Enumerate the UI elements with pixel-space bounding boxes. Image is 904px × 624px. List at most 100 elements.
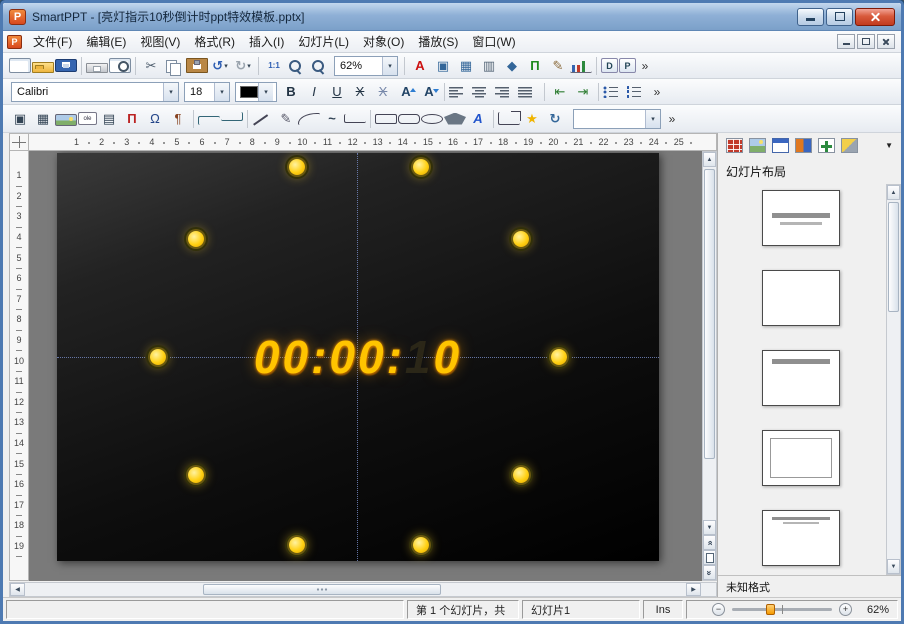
chevron-down-icon[interactable]: ▾ [258,82,273,101]
layout-thumbnail-title-top[interactable] [762,350,840,406]
scroll-down-button[interactable]: ▼ [703,520,716,535]
layout-thumbnail-two-bars[interactable] [762,510,840,566]
rounded-rectangle-icon[interactable] [398,113,420,124]
led-light[interactable] [551,349,567,365]
menu-file[interactable]: 文件(F) [26,31,79,52]
zoom-selection-icon[interactable] [286,58,308,74]
text-frame-icon[interactable]: ▣ [432,56,454,76]
ole-object-icon[interactable]: ole [78,112,97,125]
insert-table-icon[interactable]: ▦ [455,56,477,76]
grow-font-icon[interactable]: A [395,82,417,102]
color-scheme-icon[interactable] [795,137,812,153]
led-light[interactable] [289,537,305,553]
maximize-button[interactable] [826,7,853,26]
arc-icon[interactable] [298,112,320,125]
italic-icon[interactable]: I [303,82,325,102]
toolbar-overflow-button[interactable]: » [649,82,665,102]
zoom-combobox[interactable]: 62% ▾ [334,55,398,76]
layout-pane-icon[interactable] [772,137,789,153]
zoom-in-button[interactable]: + [839,603,852,616]
align-left-icon[interactable] [449,85,471,98]
horizontal-scrollbar-track[interactable] [25,583,686,596]
vertical-scrollbar[interactable]: ▲ ▼ » » [702,151,717,581]
connector-icon[interactable] [198,116,220,125]
picture-icon[interactable] [55,113,77,126]
horizontal-scrollbar-thumb[interactable] [203,584,442,595]
font-color-icon[interactable]: A [409,56,431,76]
document-restore-button[interactable] [857,34,875,49]
slide-design-icon[interactable]: D [601,58,618,73]
paste-icon[interactable] [186,58,208,73]
menu-view[interactable]: 视图(V) [133,31,187,52]
vertical-ruler[interactable]: 1 2 3 4 5 6 7 8 9 10 11 12 13 14 15 16 17 18 19 [9,151,29,581]
minimize-button[interactable] [797,7,824,26]
paragraph-mark-icon[interactable]: ¶ [167,109,189,129]
led-light[interactable] [289,159,305,175]
crop-icon[interactable] [498,111,521,125]
led-light[interactable] [513,467,529,483]
panel-menu-arrow-icon[interactable]: ▼ [885,141,893,150]
print-icon[interactable] [86,62,108,73]
scroll-left-button[interactable]: ◀ [10,583,25,596]
zoom-one-to-one-icon[interactable]: 1:1 [263,56,285,76]
design-templates-icon[interactable] [726,137,743,153]
align-center-icon[interactable] [472,85,494,98]
document-close-button[interactable] [877,34,895,49]
strikethrough-icon[interactable]: X [349,82,371,102]
star-icon[interactable]: ★ [521,109,543,129]
underline-icon[interactable]: U [326,82,348,102]
led-light[interactable] [413,159,429,175]
cut-icon[interactable]: ✂ [140,56,162,76]
numbered-list-icon[interactable] [626,85,648,98]
increase-indent-icon[interactable]: ⇥ [572,82,594,102]
shape-style-combobox[interactable]: ▾ [573,108,661,129]
undo-icon[interactable]: ↺ ▾ [209,56,231,76]
countdown-display[interactable]: 00:00:10 [254,330,462,384]
dropdown-arrow-icon[interactable]: ▾ [247,62,251,70]
connector-arrow-icon[interactable] [221,112,243,121]
insert-columns-icon[interactable]: ▥ [478,56,500,76]
layout-thumbnail-blank[interactable] [762,270,840,326]
align-justify-icon[interactable] [518,85,540,98]
line-icon[interactable] [252,112,274,126]
horizontal-scrollbar[interactable]: ◀ ▶ [9,582,717,597]
special-character-icon[interactable]: Ω [144,109,166,129]
menu-object[interactable]: 对象(O) [356,31,411,52]
double-strikethrough-icon[interactable]: X [372,82,394,102]
chevron-down-icon[interactable]: ▾ [214,82,229,101]
polygon-icon[interactable] [444,112,466,125]
font-family-combobox[interactable]: Calibri ▾ [11,81,179,102]
copy-icon[interactable] [163,58,185,76]
curve-icon[interactable]: ~ [321,109,343,129]
zoom-out-button[interactable]: − [712,603,725,616]
bullet-list-icon[interactable] [603,85,625,98]
polyline-icon[interactable] [344,114,366,123]
dropdown-arrow-icon[interactable]: ▾ [224,62,228,70]
slide[interactable]: 00:00:10 [57,153,659,561]
decrease-indent-icon[interactable]: ⇤ [549,82,571,102]
next-slide-button[interactable]: » [703,565,716,580]
led-light[interactable] [513,231,529,247]
panel-scroll-down-button[interactable]: ▼ [887,559,900,574]
zoom-tool-icon[interactable] [309,58,331,74]
chevron-down-icon[interactable]: ▾ [382,56,397,75]
equation-icon[interactable]: Π [121,109,143,129]
font-color-combobox[interactable]: ▾ [235,81,277,102]
panel-scroll-up-button[interactable]: ▲ [887,185,900,200]
scroll-right-button[interactable]: ▶ [686,583,701,596]
shrink-font-icon[interactable]: A [418,82,440,102]
presentation-mode-icon[interactable]: P [619,58,636,73]
font-size-combobox[interactable]: 18 ▾ [184,81,230,102]
new-slide-icon[interactable] [818,137,835,153]
menu-format[interactable]: 格式(R) [187,31,242,52]
menu-edit[interactable]: 编辑(E) [79,31,133,52]
rotate-icon[interactable]: ↻ [544,109,566,129]
led-light[interactable] [188,231,204,247]
redo-icon[interactable]: ↻ ▾ [232,56,254,76]
chevron-down-icon[interactable]: ▾ [645,109,660,128]
title-bar[interactable]: P SmartPPT - [亮灯指示10秒倒计时ppt特效模板.pptx] [3,3,901,31]
ellipse-icon[interactable] [421,113,443,124]
new-document-icon[interactable] [9,58,31,73]
text-box-icon[interactable]: ▣ [9,109,31,129]
toolbar-overflow-button[interactable]: » [637,56,653,76]
